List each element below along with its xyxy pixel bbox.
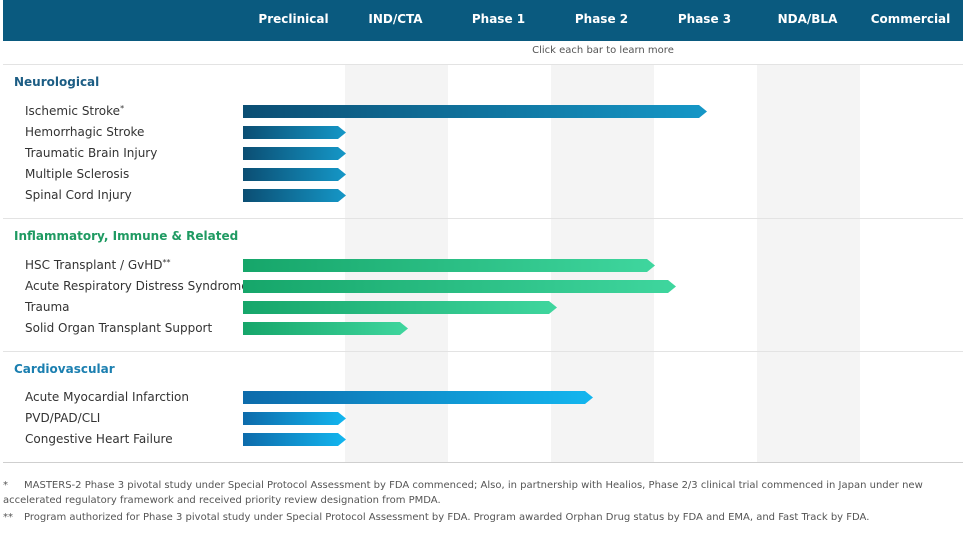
footnote-ref: * (120, 104, 125, 113)
pipeline-bar[interactable] (243, 147, 346, 160)
section-title: Cardiovascular (14, 362, 115, 376)
indication-name: Hemorrhagic Stroke (25, 125, 145, 139)
indication-label: Solid Organ Transplant Support (25, 321, 212, 335)
indication-name: Acute Myocardial Infarction (25, 390, 190, 404)
footnote-mark: ** (3, 512, 13, 523)
footnote-1: * MASTERS-2 Phase 3 pivotal study under S… (3, 478, 938, 508)
indication-label: Congestive Heart Failure (25, 432, 173, 446)
section-divider (3, 351, 963, 352)
footnote-text: Program authorized for Phase 3 pivotal s… (24, 512, 870, 523)
pipeline-bar[interactable] (243, 189, 346, 202)
indication-name: Ischemic Stroke (25, 104, 121, 118)
indication-name: Spinal Cord Injury (25, 188, 132, 202)
indication-name: Trauma (25, 300, 70, 314)
pipeline-bar[interactable] (243, 126, 346, 139)
section-title: Inflammatory, Immune & Related (14, 229, 239, 243)
indication-label: Acute Respiratory Distress Syndrome (25, 279, 249, 293)
indication-label: PVD/PAD/CLI (25, 411, 100, 425)
pipeline-bar[interactable] (243, 259, 655, 272)
pipeline-bar[interactable] (243, 301, 557, 314)
footnote-ref: ** (162, 258, 171, 267)
indication-name: Acute Respiratory Distress Syndrome (25, 279, 249, 293)
indication-name: HSC Transplant / GvHD (25, 258, 163, 272)
pipeline-bar[interactable] (243, 412, 346, 425)
phase-label: Phase 1 (471, 12, 526, 26)
indication-name: Solid Organ Transplant Support (25, 321, 213, 335)
indication-name: Congestive Heart Failure (25, 432, 173, 446)
pipeline-bar[interactable] (243, 105, 707, 118)
phase-label: Phase 3 (677, 12, 732, 26)
divider (3, 462, 963, 463)
indication-label: HSC Transplant / GvHD** (25, 258, 171, 272)
footnote-2: ** Program authorized for Phase 3 pivotal… (3, 510, 938, 525)
phase-label: NDA/BLA (777, 12, 838, 26)
pipeline-bar[interactable] (243, 391, 593, 404)
pipeline-bar[interactable] (243, 280, 676, 293)
phase-label: Preclinical (258, 12, 329, 26)
indication-name: Multiple Sclerosis (25, 167, 130, 181)
footnote-mark: * (3, 480, 8, 491)
indication-label: Ischemic Stroke* (25, 104, 124, 118)
indication-label: Spinal Cord Injury (25, 188, 132, 202)
pipeline-bar[interactable] (243, 322, 408, 335)
indication-name: Traumatic Brain Injury (25, 146, 158, 160)
indication-name: PVD/PAD/CLI (25, 411, 101, 425)
click-hint: Click each bar to learn more (532, 45, 674, 56)
pipeline-bar[interactable] (243, 433, 346, 446)
indication-label: Hemorrhagic Stroke (25, 125, 144, 139)
pipeline-bar[interactable] (243, 168, 346, 181)
phase-label: Commercial (870, 12, 951, 26)
section-divider (3, 218, 963, 219)
indication-label: Trauma (25, 300, 70, 314)
phase-column-shade (757, 65, 860, 462)
phase-label: IND/CTA (368, 12, 423, 26)
indication-label: Acute Myocardial Infarction (25, 390, 189, 404)
footnote-text: MASTERS-2 Phase 3 pivotal study under Sp… (3, 480, 923, 506)
indication-label: Traumatic Brain Injury (25, 146, 157, 160)
indication-label: Multiple Sclerosis (25, 167, 129, 181)
phase-label: Phase 2 (574, 12, 629, 26)
section-title: Neurological (14, 75, 100, 89)
